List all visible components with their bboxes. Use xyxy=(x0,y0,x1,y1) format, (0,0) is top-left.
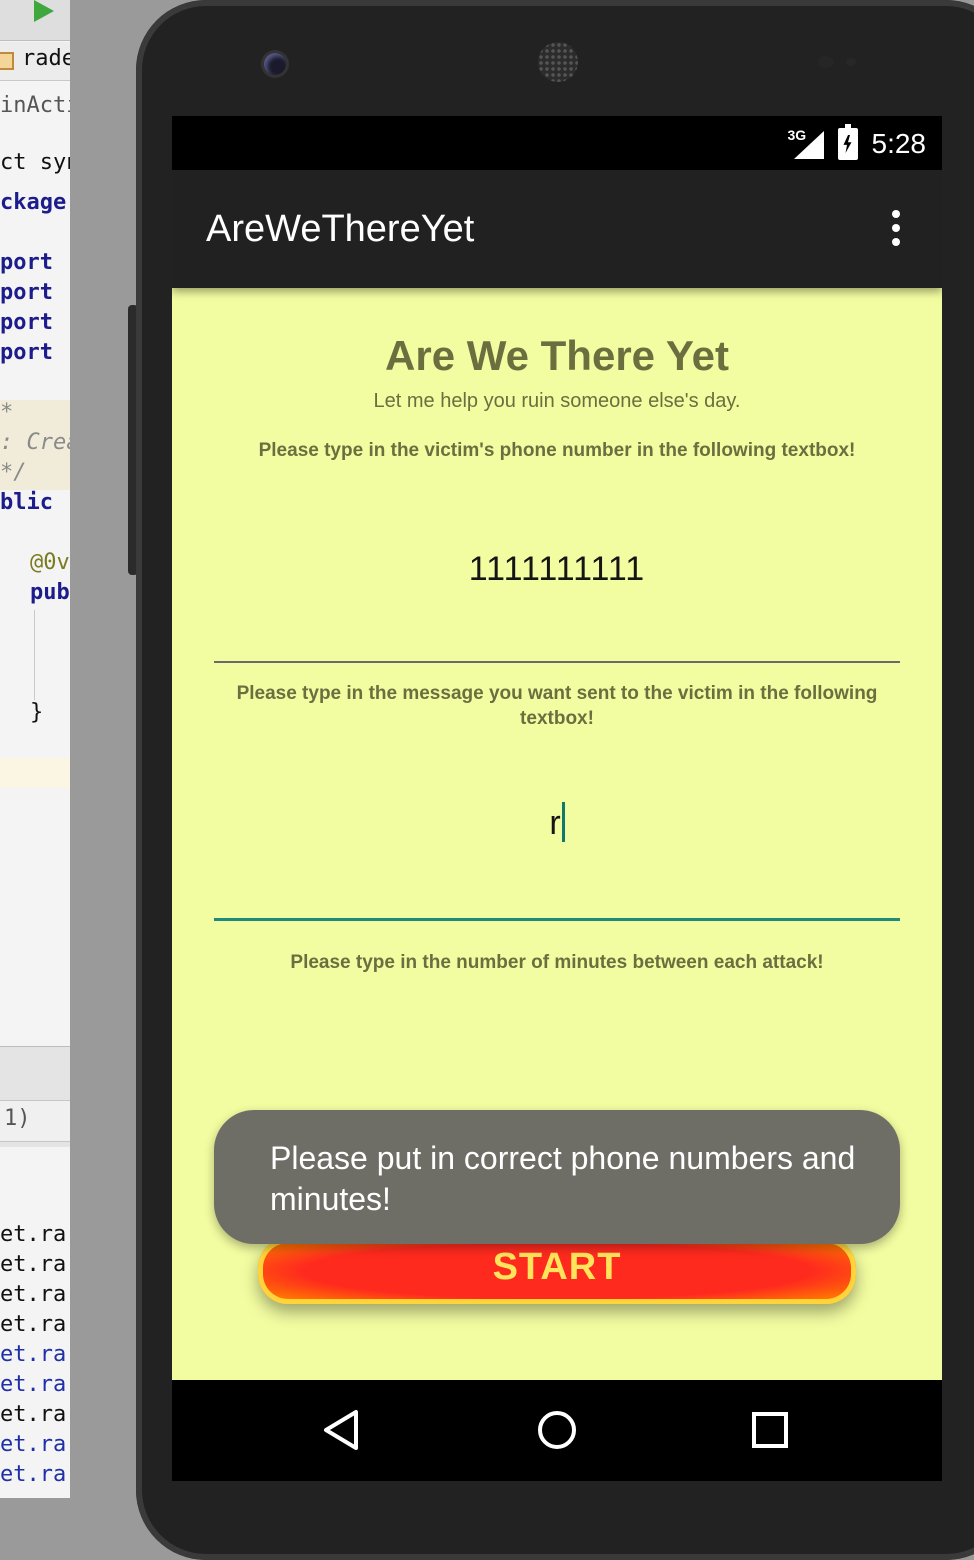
ide-log-line: et.ra xyxy=(0,1372,67,1397)
phone-screen: 3G 5:28 AreWeThereYet Are We There Yet L… xyxy=(172,116,942,1481)
ide-annotation: @0v xyxy=(30,550,70,575)
app-title: AreWeThereYet xyxy=(206,208,475,250)
ide-file-tab[interactable]: inActiv xyxy=(0,93,70,118)
speaker-grille-icon xyxy=(538,42,578,82)
start-button-label: START xyxy=(492,1246,622,1288)
ide-log-line: et.ra xyxy=(0,1282,67,1307)
ide-package-keyword: ckage xyxy=(0,190,67,215)
ide-pub-keyword: pub xyxy=(30,580,70,605)
ide-comment-line: : Crea xyxy=(0,430,70,455)
ide-import-line: port xyxy=(0,310,53,335)
light-sensor xyxy=(846,58,856,66)
phone-number-field[interactable]: 1111111111 xyxy=(214,524,900,664)
ide-indent-guide xyxy=(34,610,35,700)
ide-log-line: et.ra xyxy=(0,1222,67,1247)
minutes-prompt: Please type in the number of minutes bet… xyxy=(290,952,824,973)
ide-import-line: port xyxy=(0,340,53,365)
message-input-value[interactable]: r xyxy=(214,802,900,843)
signal-3g-icon: 3G xyxy=(788,127,824,159)
phone-number-value[interactable]: 1111111111 xyxy=(214,550,900,589)
app-bar: AreWeThereYet xyxy=(172,170,942,288)
ide-log-line: et.ra xyxy=(0,1342,67,1367)
back-icon[interactable] xyxy=(318,1408,368,1452)
message-field-underline xyxy=(214,918,900,921)
run-icon[interactable] xyxy=(34,0,54,22)
page-heading: Are We There Yet xyxy=(385,332,729,379)
ide-current-line xyxy=(0,758,70,788)
battery-charging-icon xyxy=(837,124,858,160)
ide-closing-brace: } xyxy=(30,700,44,725)
text-cursor xyxy=(561,802,565,842)
ide-comment-line: */ xyxy=(0,460,27,485)
ide-import-line: port xyxy=(0,280,53,305)
message-prompt: Please type in the message you want sent… xyxy=(236,683,878,729)
ide-sync-text: ct syn xyxy=(0,150,70,175)
ide-comment-line: * xyxy=(0,400,14,425)
phone-number-prompt: Please type in the victim's phone number… xyxy=(258,440,856,461)
folder-icon xyxy=(0,52,14,70)
navigation-bar xyxy=(172,1380,942,1481)
proximity-sensor xyxy=(818,56,834,68)
ide-log-line: et.ra xyxy=(0,1312,67,1337)
ide-panel-label: 1) xyxy=(4,1106,31,1131)
ide-public-keyword: blic xyxy=(0,490,53,515)
start-button[interactable]: START xyxy=(258,1238,856,1304)
message-field[interactable]: r xyxy=(214,778,900,923)
front-camera-icon xyxy=(264,53,286,75)
toast-message: Please put in correct phone numbers and … xyxy=(270,1140,856,1217)
main-content: Are We There Yet Let me help you ruin so… xyxy=(172,288,942,1380)
recents-icon[interactable] xyxy=(745,1408,795,1452)
home-icon[interactable] xyxy=(532,1408,582,1452)
ide-project-tab[interactable]: rade xyxy=(22,46,70,71)
ide-log-line: et.ra xyxy=(0,1462,67,1487)
status-clock: 5:28 xyxy=(871,128,927,159)
status-bar: 3G 5:28 xyxy=(172,116,942,170)
ide-log-line: et.ra xyxy=(0,1252,67,1277)
ide-log-line: et.ra xyxy=(0,1432,67,1457)
phone-number-underline xyxy=(214,661,900,663)
toast-notification: Please put in correct phone numbers and … xyxy=(214,1110,900,1244)
ide-import-line: port xyxy=(0,250,53,275)
ide-log-line: et.ra xyxy=(0,1402,67,1427)
message-text[interactable]: r xyxy=(549,804,560,842)
overflow-menu-icon[interactable] xyxy=(890,210,902,246)
ide-editor-strip: rade inActiv ct syn ckage port port port… xyxy=(0,0,70,1498)
page-subheading: Let me help you ruin someone else's day. xyxy=(373,390,741,412)
